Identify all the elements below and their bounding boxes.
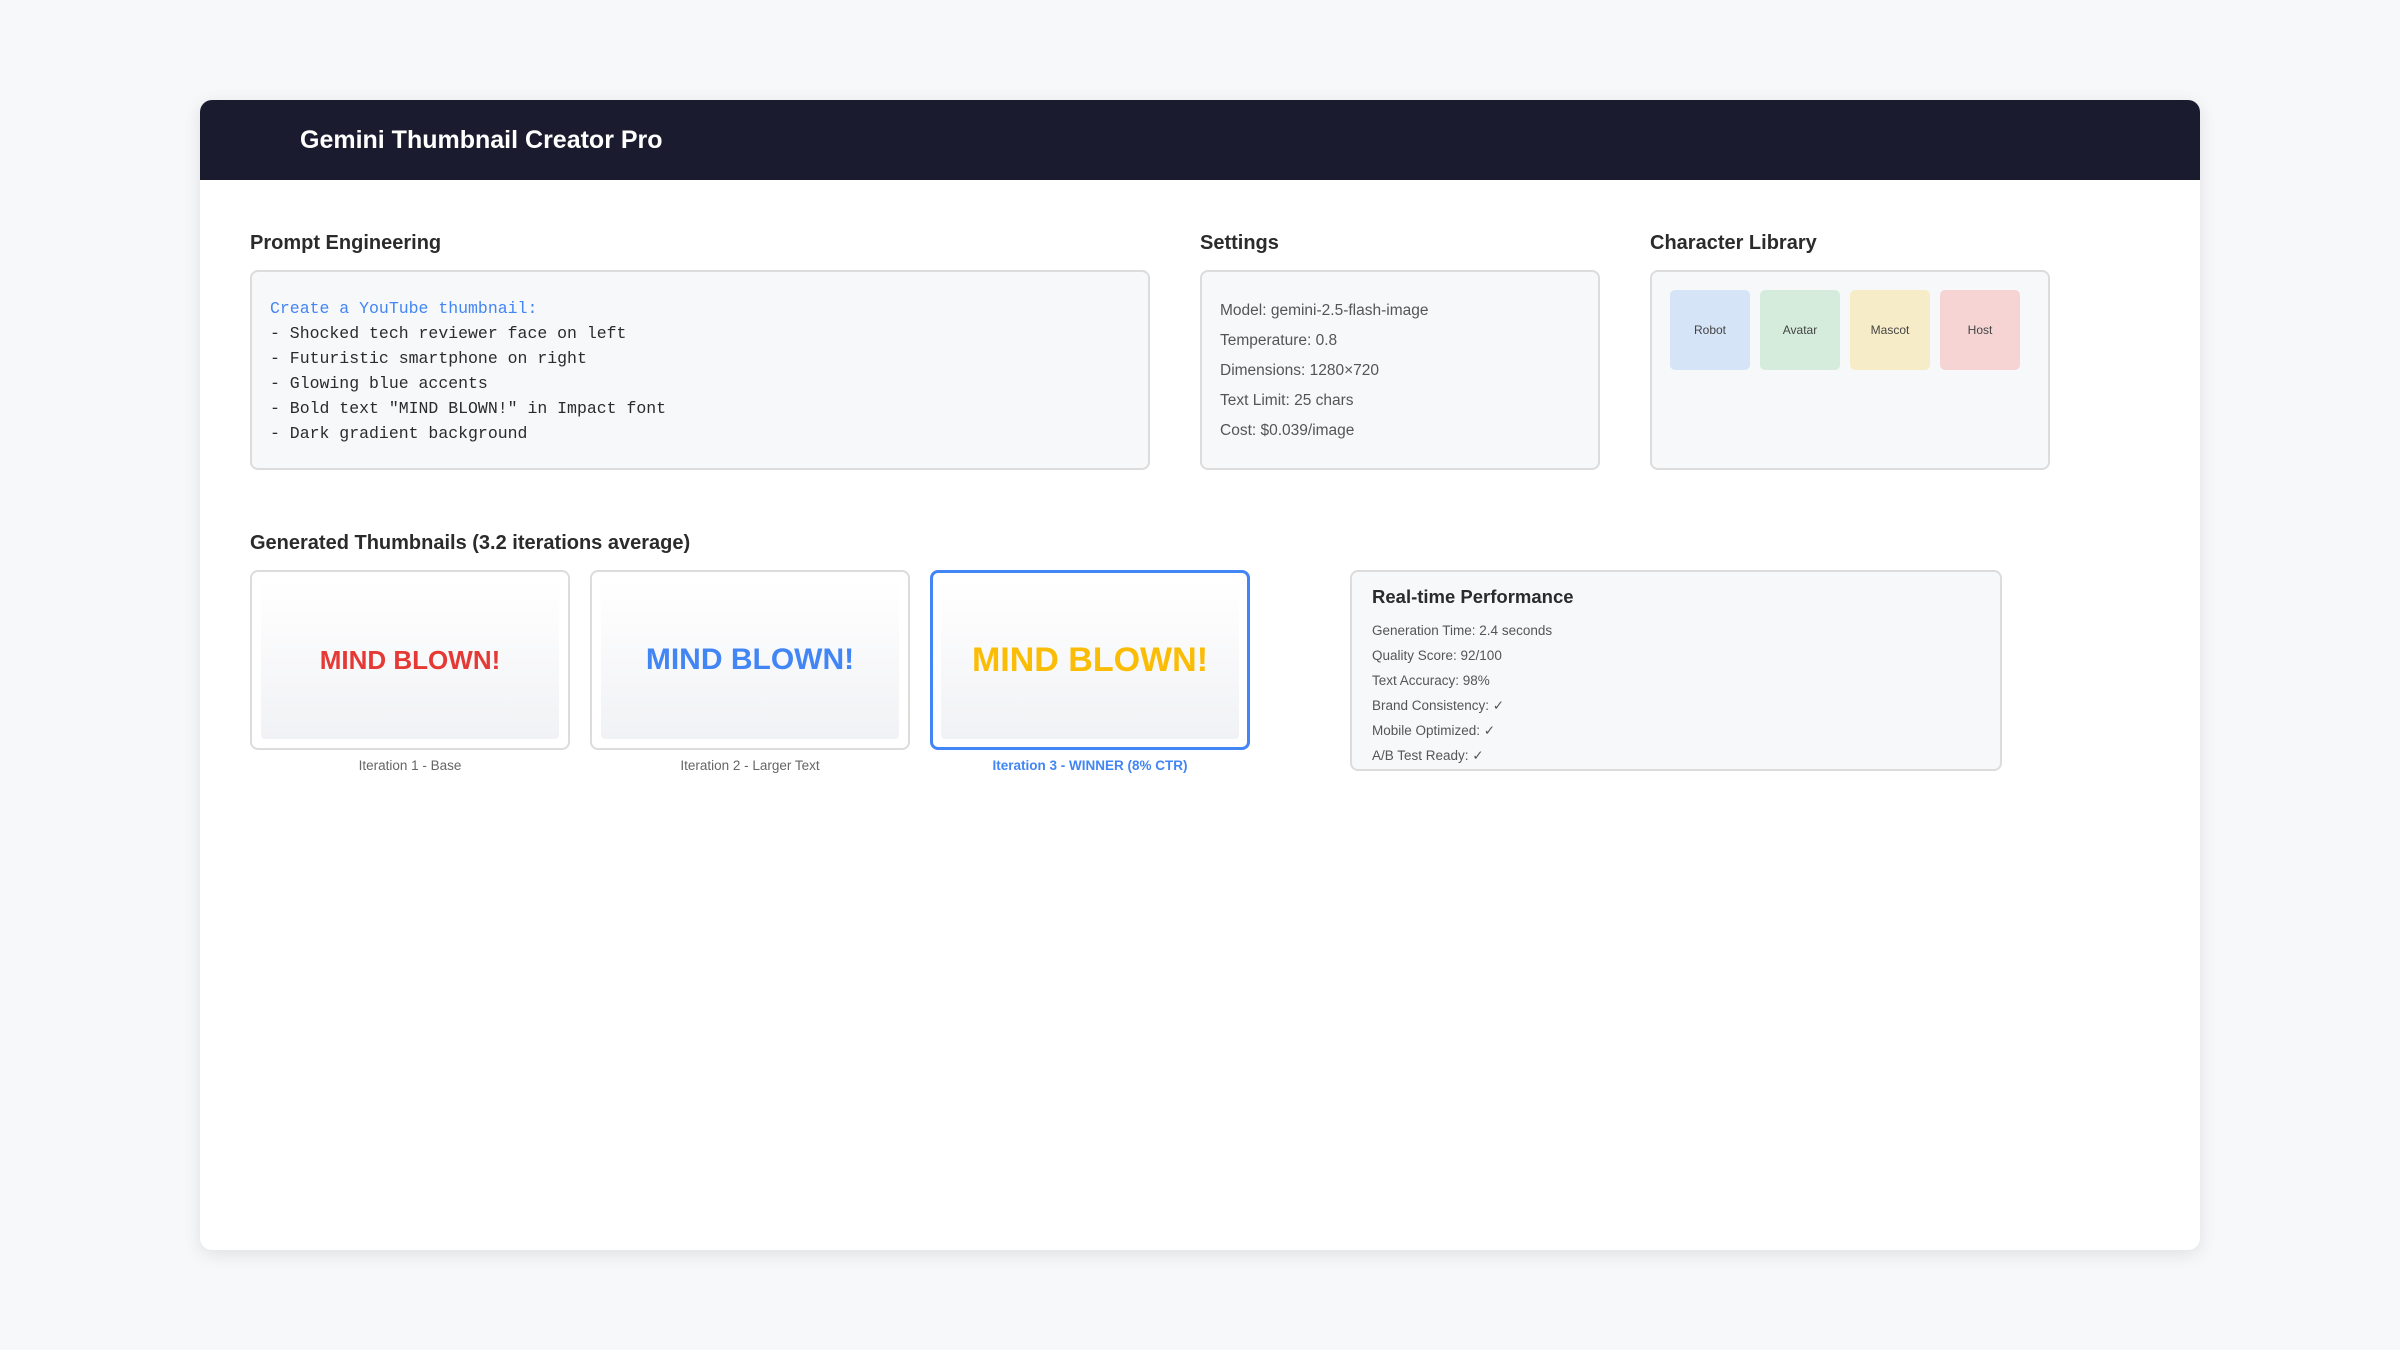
- character-library: Robot Avatar Mascot Host: [1650, 270, 2050, 470]
- thumbnail-caption: Iteration 1 - Base: [358, 758, 462, 773]
- app-window: Gemini Thumbnail Creator Pro Prompt Engi…: [200, 100, 2200, 1250]
- setting-dimensions: Dimensions: 1280×720: [1220, 362, 1379, 379]
- prompt-section-title: Prompt Engineering: [250, 232, 442, 254]
- app-header: Gemini Thumbnail Creator Pro: [200, 100, 2200, 180]
- perf-brand-consistency: Brand Consistency: ✓: [1372, 698, 1505, 713]
- performance-title: Real-time Performance: [1372, 586, 1574, 607]
- setting-model: Model: gemini-2.5-flash-image: [1220, 302, 1429, 319]
- thumbnails-section-title: Generated Thumbnails (3.2 iterations ave…: [250, 532, 691, 554]
- library-section-title: Character Library: [1650, 232, 1817, 254]
- thumbnail-iteration-1[interactable]: MIND BLOWN!: [250, 570, 570, 750]
- prompt-line: - Bold text "MIND BLOWN!" in Impact font: [270, 399, 667, 418]
- perf-ab-test-ready: A/B Test Ready: ✓: [1372, 748, 1484, 763]
- character-mascot[interactable]: Mascot: [1850, 290, 1930, 370]
- thumbnail-caption: Iteration 2 - Larger Text: [680, 758, 820, 773]
- setting-text-limit: Text Limit: 25 chars: [1220, 392, 1354, 409]
- prompt-line: - Dark gradient background: [270, 424, 528, 443]
- thumbnail-preview: MIND BLOWN!: [601, 581, 899, 739]
- thumbnail-preview: MIND BLOWN!: [941, 581, 1239, 739]
- thumbnail-text: MIND BLOWN!: [645, 643, 855, 676]
- thumbnail-iteration-3[interactable]: MIND BLOWN!: [930, 570, 1250, 750]
- prompt-editor[interactable]: Create a YouTube thumbnail: - Shocked te…: [250, 270, 1150, 470]
- character-avatar[interactable]: Avatar: [1760, 290, 1840, 370]
- perf-mobile-optimized: Mobile Optimized: ✓: [1372, 723, 1496, 738]
- performance-panel: Real-time Performance Generation Time: 2…: [1350, 570, 2002, 771]
- setting-temperature: Temperature: 0.8: [1220, 332, 1338, 349]
- thumbnail-caption-winner: Iteration 3 - WINNER (8% CTR): [992, 758, 1188, 773]
- settings-section-title: Settings: [1200, 232, 1279, 254]
- thumbnail-iteration-2[interactable]: MIND BLOWN!: [590, 570, 910, 750]
- perf-generation-time: Generation Time: 2.4 seconds: [1372, 623, 1553, 638]
- main-content: Prompt Engineering Create a YouTube thum…: [200, 180, 2200, 1250]
- prompt-line: Create a YouTube thumbnail:: [270, 299, 538, 318]
- thumbnail-text: MIND BLOWN!: [971, 640, 1209, 679]
- character-robot[interactable]: Robot: [1670, 290, 1750, 370]
- prompt-line: - Futuristic smartphone on right: [270, 349, 587, 368]
- settings-panel: Model: gemini-2.5-flash-image Temperatur…: [1200, 270, 1600, 470]
- setting-cost: Cost: $0.039/image: [1220, 422, 1355, 439]
- character-host[interactable]: Host: [1940, 290, 2020, 370]
- perf-text-accuracy: Text Accuracy: 98%: [1372, 673, 1490, 688]
- app-title: Gemini Thumbnail Creator Pro: [300, 125, 663, 154]
- thumbnail-preview: MIND BLOWN!: [261, 581, 559, 739]
- prompt-line: - Shocked tech reviewer face on left: [270, 324, 627, 343]
- perf-quality-score: Quality Score: 92/100: [1372, 648, 1502, 663]
- prompt-line: - Glowing blue accents: [270, 374, 488, 393]
- thumbnail-text: MIND BLOWN!: [319, 644, 501, 675]
